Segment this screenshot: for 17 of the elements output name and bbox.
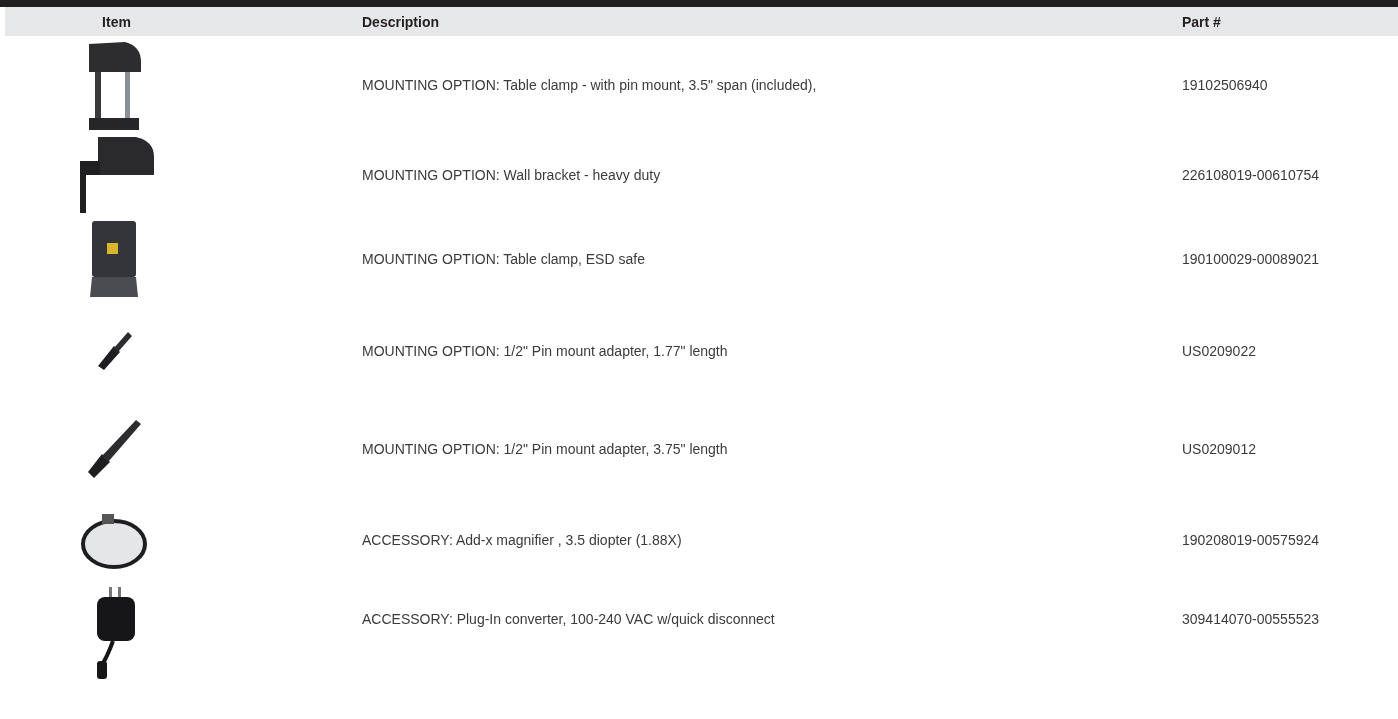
part-number-cell: 190208019-00575924 [1182,532,1320,548]
description-cell-text: MOUNTING OPTION: Table clamp, ESD safe [362,251,646,267]
description-cell-text: MOUNTING OPTION: 1/2" Pin mount adapter, 1.77" length [362,343,729,359]
part-number-cell: US0209022 [1182,343,1256,359]
part-number-cell: 309414070-00555523 [1182,611,1320,627]
part-number-cell: 19102506940 [1182,77,1268,93]
part-number-cell: 190100029-00089021 [1182,251,1320,267]
description-cell-text: MOUNTING OPTION: 1/2" Pin mount adapter, 3.75" length [362,440,729,457]
description-cell-text: ACCESSORY: Plug-In converter, 100-240 VAC w/quick disconnect [362,611,776,627]
column-header: Description [362,13,440,30]
description-cell-text: MOUNTING OPTION: Table clamp - with pin mount, 3.5" span (included), [362,77,818,93]
column-header: Item [101,13,132,30]
description-cell-text: MOUNTING OPTION: Wall bracket - heavy duty [362,167,662,183]
column-header: Part # [1182,13,1221,30]
part-number-cell: US0209012 [1182,440,1256,457]
part-number-cell: 226108019-00610754 [1182,167,1320,183]
description-cell-text: ACCESSORY: Add-x magnifier , 3.5 diopter (1.88X) [362,532,683,548]
